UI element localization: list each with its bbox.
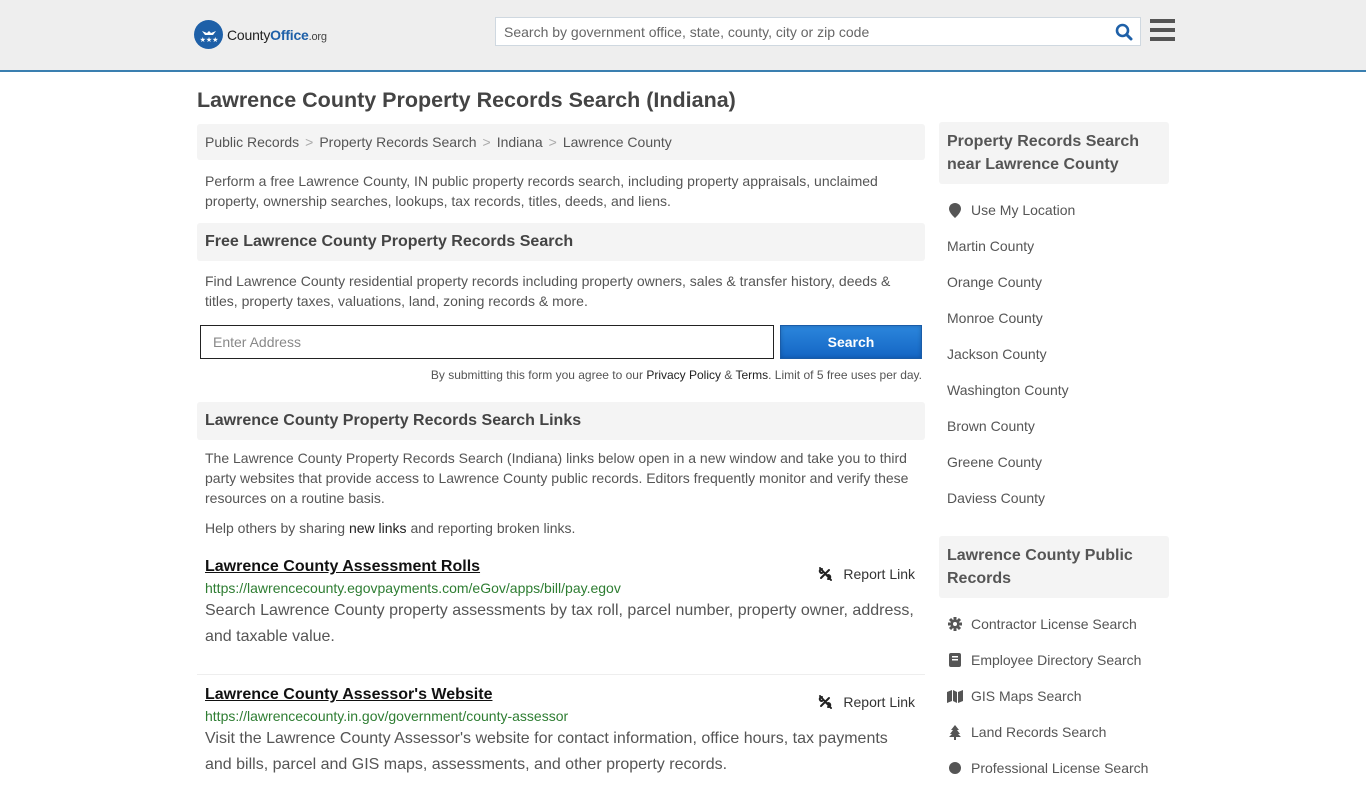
terms-link[interactable]: Terms <box>735 368 768 382</box>
top-header: ★★★ CountyOffice.org <box>0 0 1366 72</box>
public-record-item: Contractor License Search <box>947 606 1161 642</box>
tree-icon <box>947 724 963 740</box>
address-search-form: Search <box>197 325 925 359</box>
svg-text:★★★: ★★★ <box>199 36 218 44</box>
nearby-county-link[interactable]: Daviess County <box>947 490 1045 506</box>
report-link-label: Report Link <box>843 694 915 710</box>
public-records-list: Contractor License Search Employee Direc… <box>939 606 1169 786</box>
intro-text: Perform a free Lawrence County, IN publi… <box>205 173 878 209</box>
public-records-heading: Lawrence County Public Records <box>939 536 1169 598</box>
breadcrumb: Public Records > Property Records Search > I… <box>197 124 925 160</box>
terms-suffix: . Limit of 5 free uses per day. <box>768 368 922 382</box>
breadcrumb-indiana[interactable]: Indiana <box>497 134 543 150</box>
nearby-county-link[interactable]: Washington County <box>947 382 1069 398</box>
nearby-county-item: Daviess County <box>947 480 1161 516</box>
contractor-license-link[interactable]: Contractor License Search <box>971 616 1137 632</box>
breadcrumb-current: Lawrence County <box>562 134 672 150</box>
links-description: The Lawrence County Property Records Sea… <box>205 450 909 506</box>
page-title: Lawrence County Property Records Search … <box>197 88 736 112</box>
land-records-link[interactable]: Land Records Search <box>971 724 1106 740</box>
broken-link-icon <box>819 567 833 581</box>
link-description: Visit the Lawrence County Assessor's web… <box>205 730 888 773</box>
breadcrumb-separator: > <box>305 134 314 150</box>
address-input[interactable] <box>200 325 774 359</box>
use-my-location-link[interactable]: Use My Location <box>971 202 1075 218</box>
link-url: https://lawrencecounty.in.gov/government… <box>205 708 569 724</box>
link-description: Search Lawrence County property assessme… <box>205 602 914 645</box>
breadcrumb-property-records[interactable]: Property Records Search <box>319 134 476 150</box>
link-title[interactable]: Lawrence County Assessment Rolls <box>205 558 480 575</box>
map-icon <box>947 689 963 703</box>
eagle-stars-icon: ★★★ <box>194 20 223 49</box>
report-link-button[interactable]: Report Link <box>817 566 915 582</box>
site-logo[interactable]: ★★★ CountyOffice.org <box>194 20 327 49</box>
terms-notice: By submitting this form you agree to our… <box>197 368 925 382</box>
nearby-county-item: Martin County <box>947 228 1161 264</box>
site-search-input[interactable] <box>496 18 1096 45</box>
gear-icon <box>947 617 963 631</box>
search-icon[interactable] <box>1115 23 1133 44</box>
sidebar: Property Records Search near Lawrence Co… <box>939 122 1169 786</box>
free-search-description: Find Lawrence County residential propert… <box>205 273 891 309</box>
privacy-policy-link[interactable]: Privacy Policy <box>646 368 721 382</box>
broken-link-icon <box>819 695 833 709</box>
help-suffix: and reporting broken links. <box>406 520 576 536</box>
nearby-county-item: Jackson County <box>947 336 1161 372</box>
use-my-location-item: Use My Location <box>947 192 1161 228</box>
terms-prefix: By submitting this form you agree to our <box>430 368 647 382</box>
nearby-county-item: Orange County <box>947 264 1161 300</box>
public-record-item: Employee Directory Search <box>947 642 1161 678</box>
help-text: Help others by sharing new links and rep… <box>197 518 925 538</box>
link-item: Lawrence County Assessment Rolls Report … <box>197 558 925 675</box>
report-link-button[interactable]: Report Link <box>817 694 915 710</box>
link-item: Lawrence County Assessor's Website Repor… <box>197 675 925 778</box>
logo-text: CountyOffice.org <box>227 26 327 43</box>
nearby-county-item: Brown County <box>947 408 1161 444</box>
report-link-label: Report Link <box>843 566 915 582</box>
hamburger-menu-icon[interactable] <box>1150 19 1175 41</box>
public-record-item: Professional License Search <box>947 750 1161 786</box>
links-heading: Lawrence County Property Records Search … <box>197 402 925 440</box>
new-links-link[interactable]: new links <box>349 520 407 536</box>
search-button[interactable]: Search <box>780 325 922 359</box>
nearby-county-link[interactable]: Brown County <box>947 418 1035 434</box>
book-icon <box>947 653 963 667</box>
nearby-county-link[interactable]: Martin County <box>947 238 1034 254</box>
gis-maps-link[interactable]: GIS Maps Search <box>971 688 1082 704</box>
nearby-county-link[interactable]: Monroe County <box>947 310 1043 326</box>
public-record-item: Land Records Search <box>947 714 1161 750</box>
free-search-heading: Free Lawrence County Property Records Se… <box>197 223 925 261</box>
employee-directory-link[interactable]: Employee Directory Search <box>971 652 1141 668</box>
nearby-county-link[interactable]: Greene County <box>947 454 1042 470</box>
main-content: Public Records > Property Records Search > I… <box>197 124 925 778</box>
nearby-county-item: Greene County <box>947 444 1161 480</box>
nearby-list: Use My Location Martin County Orange Cou… <box>939 192 1169 516</box>
badge-icon <box>947 761 963 775</box>
nearby-county-item: Monroe County <box>947 300 1161 336</box>
public-record-item: GIS Maps Search <box>947 678 1161 714</box>
breadcrumb-separator: > <box>548 134 557 150</box>
nearby-county-link[interactable]: Orange County <box>947 274 1042 290</box>
nearby-county-item: Washington County <box>947 372 1161 408</box>
terms-amp: & <box>721 368 736 382</box>
breadcrumb-public-records[interactable]: Public Records <box>205 134 299 150</box>
nearby-heading: Property Records Search near Lawrence Co… <box>939 122 1169 184</box>
link-title[interactable]: Lawrence County Assessor's Website <box>205 686 492 703</box>
site-search <box>495 17 1141 46</box>
professional-license-link[interactable]: Professional License Search <box>971 760 1148 776</box>
nearby-county-link[interactable]: Jackson County <box>947 346 1047 362</box>
map-marker-icon <box>947 202 963 218</box>
link-url: https://lawrencecounty.egovpayments.com/… <box>205 580 621 596</box>
help-prefix: Help others by sharing <box>205 520 349 536</box>
breadcrumb-separator: > <box>482 134 491 150</box>
